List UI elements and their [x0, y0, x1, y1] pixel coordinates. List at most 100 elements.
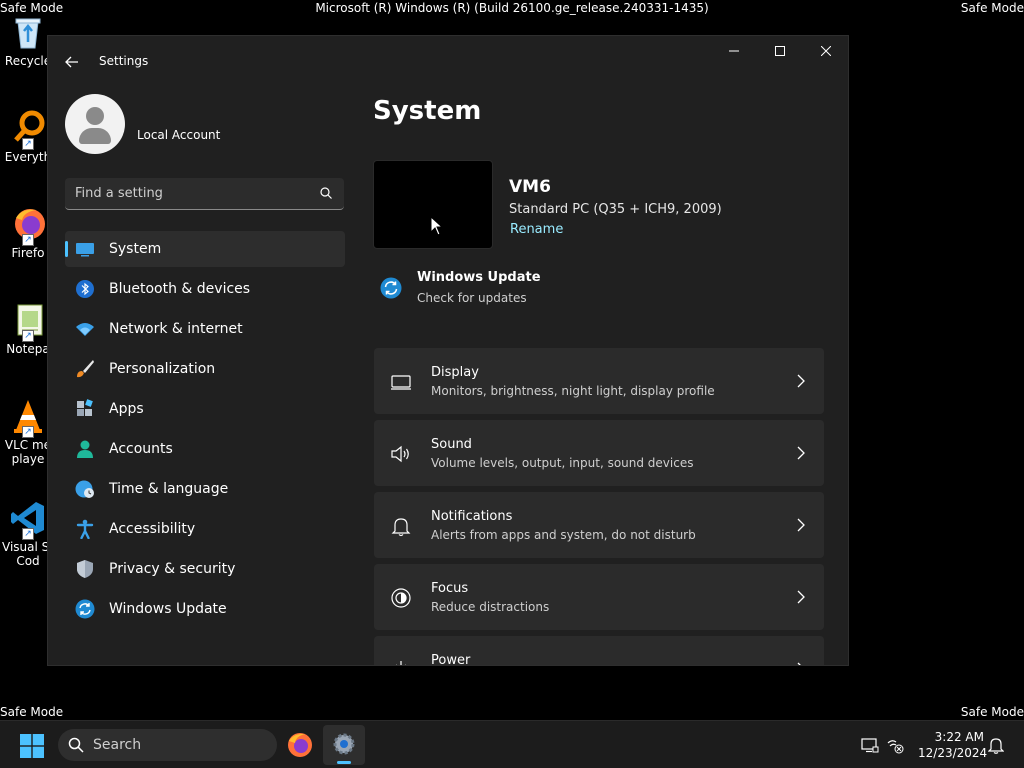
close-button[interactable] — [803, 36, 848, 70]
title-bar[interactable]: Settings — [48, 36, 848, 84]
nav-item-privacy-security[interactable]: Privacy & security — [65, 551, 345, 587]
avatar[interactable] — [65, 94, 125, 154]
search-icon — [320, 187, 332, 199]
firefox-icon: ↗ — [10, 206, 46, 246]
speaker-icon — [391, 445, 409, 463]
display-tray-icon[interactable] — [861, 736, 879, 754]
close-icon — [820, 45, 832, 57]
card-title: Power — [431, 653, 471, 666]
windows-start-icon[interactable] — [20, 734, 44, 758]
nav-item-label: Bluetooth & devices — [109, 281, 251, 297]
card-sound[interactable]: Sound Volume levels, output, input, soun… — [374, 420, 824, 486]
nav-item-personalization[interactable]: Personalization — [65, 351, 345, 387]
taskbar-search-box[interactable]: Search — [58, 729, 277, 761]
notepad-icon: ↗ — [10, 302, 46, 342]
nav-item-bluetooth[interactable]: Bluetooth & devices — [65, 271, 345, 307]
card-focus[interactable]: Focus Reduce distractions — [374, 564, 824, 630]
settings-gear-icon — [333, 733, 355, 755]
taskbar-settings-button[interactable] — [323, 725, 365, 765]
minimize-icon — [729, 50, 739, 52]
rename-link[interactable]: Rename — [510, 222, 563, 237]
search-box[interactable] — [65, 178, 344, 210]
tray-clock[interactable]: 3:22 AM 12/23/2024 — [918, 729, 988, 761]
accessibility-icon — [76, 519, 94, 539]
card-title: Focus — [431, 581, 469, 596]
card-subtitle: Volume levels, output, input, sound devi… — [431, 456, 694, 470]
safe-mode-label-bottom-right: Safe Mode — [960, 705, 1024, 719]
system-display-icon — [76, 243, 94, 257]
maximize-button[interactable] — [757, 36, 803, 70]
nav-item-label: Network & internet — [109, 321, 243, 337]
taskbar-search-label: Search — [93, 737, 142, 753]
chevron-right-icon — [797, 590, 805, 604]
nav-item-label: System — [109, 241, 162, 257]
safe-mode-label-bottom-left: Safe Mode — [0, 705, 64, 719]
back-button[interactable] — [60, 50, 84, 74]
bluetooth-icon — [76, 280, 94, 298]
nav-item-network[interactable]: Network & internet — [65, 311, 345, 347]
chevron-right-icon — [797, 374, 805, 388]
tray-date: 12/23/2024 — [918, 746, 988, 760]
shortcut-arrow-icon: ↗ — [22, 426, 34, 438]
minimize-button[interactable] — [711, 36, 757, 70]
firefox-icon[interactable] — [287, 732, 313, 758]
vscode-icon: ↗ — [10, 500, 46, 540]
network-disconnected-icon[interactable] — [886, 736, 904, 754]
chevron-right-icon — [797, 446, 805, 460]
windows-update-title[interactable]: Windows Update — [417, 270, 541, 285]
everything-search-icon: ↗ — [10, 110, 46, 150]
card-title: Notifications — [431, 509, 513, 524]
nav-item-accessibility[interactable]: Accessibility — [65, 511, 345, 547]
globe-clock-icon — [75, 480, 94, 498]
avatar-body-shape — [79, 128, 111, 144]
card-power[interactable]: Power — [374, 636, 824, 666]
active-app-indicator — [337, 761, 351, 764]
avatar-head-shape — [86, 107, 104, 125]
windows-update-subtitle: Check for updates — [417, 291, 527, 305]
nav-item-label: Personalization — [109, 361, 216, 377]
settings-window: Settings Local Account System Bluetooth … — [47, 35, 849, 666]
card-subtitle: Reduce distractions — [431, 600, 550, 614]
mouse-cursor-icon — [430, 216, 444, 236]
nav-item-label: Privacy & security — [109, 561, 236, 577]
nav-item-label: Accessibility — [109, 521, 196, 537]
tray-time: 3:22 AM — [934, 730, 984, 744]
search-input[interactable] — [75, 178, 305, 208]
card-display[interactable]: Display Monitors, brightness, night ligh… — [374, 348, 824, 414]
focus-icon — [391, 588, 411, 608]
recycle-bin-icon — [10, 14, 46, 50]
brush-icon — [77, 360, 94, 378]
nav-item-apps[interactable]: Apps — [65, 391, 345, 427]
card-title: Display — [431, 365, 479, 380]
shortcut-arrow-icon: ↗ — [22, 138, 34, 150]
nav-item-time-language[interactable]: Time & language — [65, 471, 345, 507]
update-icon — [75, 599, 95, 619]
nav-item-windows-update[interactable]: Windows Update — [65, 591, 345, 627]
nav-item-label: Windows Update — [109, 601, 227, 617]
windows-update-icon[interactable] — [380, 277, 402, 299]
maximize-icon — [775, 46, 785, 56]
apps-icon — [77, 399, 93, 416]
nav-item-label: Accounts — [109, 441, 173, 457]
card-title: Sound — [431, 437, 472, 452]
chevron-right-icon — [797, 518, 805, 532]
device-name: VM6 — [509, 177, 551, 197]
account-name: Local Account — [137, 128, 221, 142]
card-subtitle: Monitors, brightness, night light, displ… — [431, 384, 715, 398]
nav-item-system[interactable]: System — [65, 231, 345, 267]
back-arrow-icon — [65, 56, 78, 68]
page-title: System — [373, 96, 482, 126]
nav-item-label: Apps — [109, 401, 144, 417]
os-build-label: Microsoft (R) Windows (R) (Build 26100.g… — [315, 1, 709, 15]
notification-bell-icon[interactable] — [988, 736, 1004, 754]
nav-item-accounts[interactable]: Accounts — [65, 431, 345, 467]
shortcut-arrow-icon: ↗ — [22, 528, 34, 540]
device-model: Standard PC (Q35 + ICH9, 2009) — [509, 202, 722, 217]
card-notifications[interactable]: Notifications Alerts from apps and syste… — [374, 492, 824, 558]
wifi-icon — [76, 323, 94, 336]
shield-icon — [77, 560, 93, 578]
vlc-icon: ↗ — [10, 398, 46, 438]
nav-item-label: Time & language — [109, 481, 229, 497]
chevron-right-icon — [797, 662, 801, 665]
app-title: Settings — [99, 54, 149, 68]
